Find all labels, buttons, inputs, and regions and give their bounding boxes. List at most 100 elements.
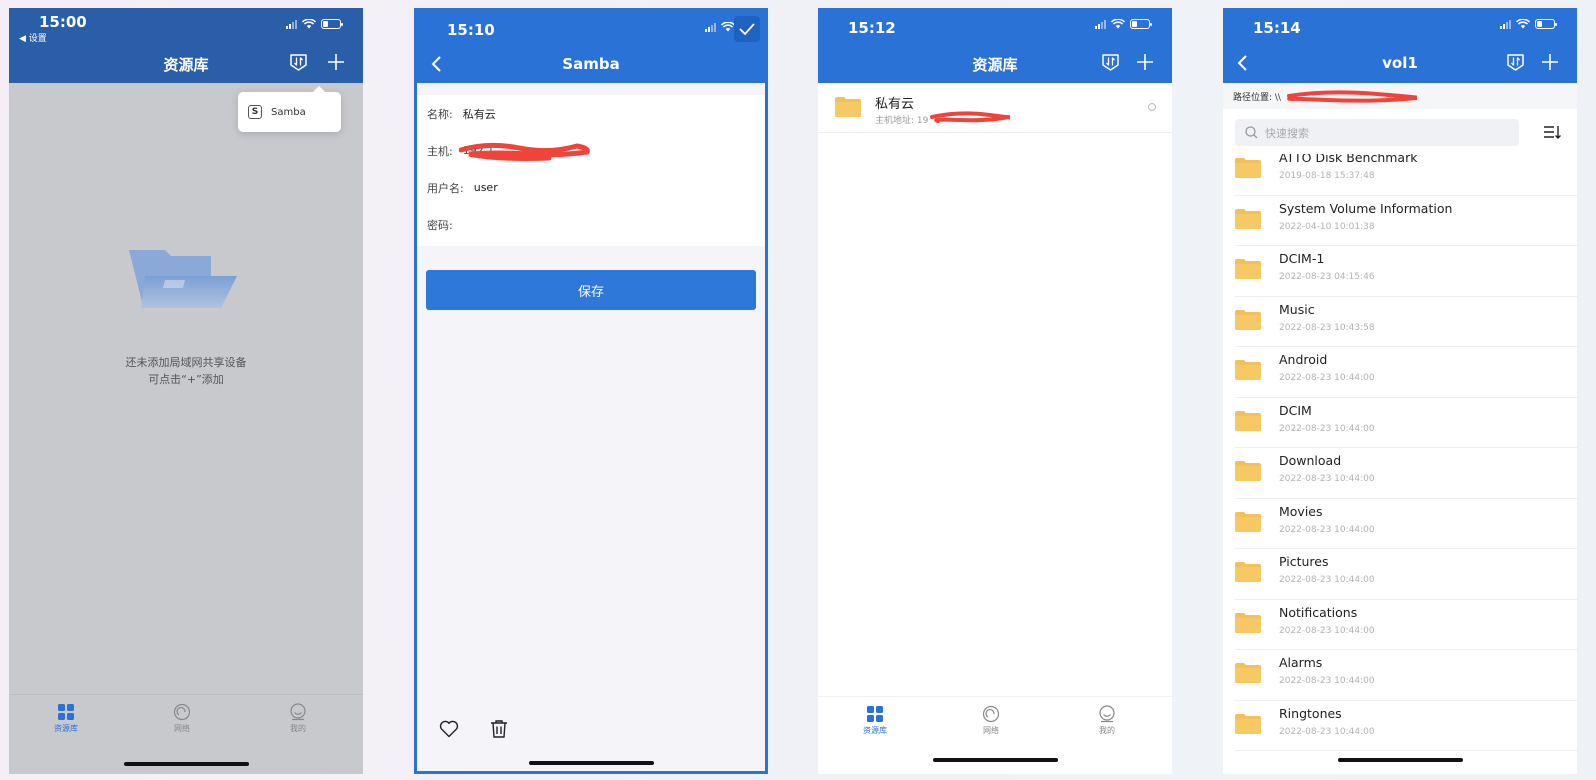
name-field[interactable]: 名称: 私有云 [417, 95, 765, 132]
add-button[interactable] [1540, 52, 1560, 72]
folder-icon [1235, 259, 1261, 279]
file-row[interactable]: Download 2022-08-23 10:44:00 [1235, 448, 1577, 499]
status-time: 15:10 [447, 21, 495, 39]
file-date: 2022-08-23 10:44:00 [1279, 423, 1375, 434]
tab-me[interactable]: 我的 [268, 703, 328, 734]
file-date: 2022-08-23 10:44:00 [1279, 676, 1375, 686]
wifi-icon [1516, 19, 1530, 29]
tab-label: 网络 [983, 726, 999, 735]
save-button[interactable]: 保存 [426, 270, 756, 310]
select-radio[interactable] [1148, 103, 1156, 111]
tab-network[interactable]: 网络 [152, 703, 212, 734]
file-name: Alarms [1279, 655, 1323, 670]
add-device-menu: S Samba [238, 86, 341, 132]
file-name: Download [1279, 453, 1342, 468]
transfer-icon [1101, 53, 1119, 71]
folder-icon [1235, 360, 1261, 380]
file-date: 2022-08-23 10:44:00 [1279, 373, 1375, 383]
folder-icon [1235, 612, 1261, 633]
page-title: Samba [562, 55, 620, 73]
search-icon [1245, 126, 1258, 139]
file-row[interactable]: Movies 2022-08-23 10:44:00 [1235, 499, 1577, 549]
field-value: 私有云 [462, 107, 496, 121]
page-title: 资源库 [163, 56, 209, 74]
samba-form: 名称: 私有云 主机: 192.1 用户名: user 密码: [417, 95, 765, 246]
tab-library[interactable]: 资源库 [36, 703, 96, 734]
favorite-heart-icon[interactable] [439, 720, 459, 738]
folder-icon [1235, 562, 1261, 582]
file-row[interactable]: Ringtones 2022-08-23 10:44:00 [1235, 701, 1577, 751]
file-name: Android [1279, 352, 1328, 367]
server-host: 主机地址: 19 [875, 116, 929, 126]
back-to-settings-link[interactable]: ◀ 设置 [19, 31, 47, 44]
empty-folder-illustration [127, 248, 239, 314]
file-row[interactable]: Music 2022-08-23 10:43:58 [1235, 297, 1577, 347]
file-date: 2022-08-23 10:44:00 [1279, 524, 1375, 535]
tab-me[interactable]: 我的 [1077, 705, 1137, 736]
add-button[interactable] [1135, 52, 1155, 72]
host-field[interactable]: 主机: 192.1 [417, 132, 765, 169]
file-date: 2022-08-23 04:15:46 [1279, 272, 1375, 282]
tab-library[interactable]: 资源库 [845, 705, 905, 736]
transfer-button[interactable] [1100, 52, 1120, 72]
tab-network[interactable]: 网络 [961, 705, 1021, 736]
checkmark-icon [739, 23, 755, 35]
search-input[interactable]: 快速搜索 [1235, 119, 1519, 146]
status-time: 15:00 [39, 13, 87, 31]
file-row[interactable]: DCIM 2022-08-23 10:44:00 [1235, 398, 1577, 448]
plus-icon [328, 54, 344, 70]
folder-icon [1235, 309, 1261, 330]
confirm-button[interactable] [734, 16, 760, 42]
file-name: Ringtones [1279, 705, 1342, 721]
grid-icon [867, 706, 883, 722]
network-icon [173, 703, 191, 721]
samba-icon: S [248, 105, 262, 119]
tab-bar: 资源库 网络 我的 [818, 696, 1172, 774]
phone-screen-library-empty: 15:00 ◀ 设置 资源库 S Samba 还未添加局域网共享设备 可点击“+… [9, 8, 363, 774]
status-icons [1500, 19, 1557, 29]
file-row[interactable]: ATTO Disk Benchmark 2019-08-18 15:37:48 [1235, 154, 1577, 196]
menu-item-samba[interactable]: Samba [271, 107, 306, 118]
file-row[interactable]: Android 2022-08-23 10:44:00 [1235, 347, 1577, 398]
status-icons [705, 22, 735, 32]
field-label: 名称: [427, 107, 453, 121]
file-date: 2019-08-18 15:37:48 [1279, 171, 1375, 181]
app-bar: 15:00 ◀ 设置 资源库 [9, 8, 363, 83]
signal-icon [1095, 19, 1106, 29]
folder-icon [1235, 663, 1261, 683]
folder-icon [835, 97, 861, 117]
password-field[interactable]: 密码: [417, 206, 765, 243]
file-name: Movies [1279, 503, 1323, 519]
username-field[interactable]: 用户名: user [417, 169, 765, 206]
file-row[interactable]: Pictures 2022-08-23 10:44:00 [1235, 549, 1577, 600]
transfer-button[interactable] [288, 52, 308, 72]
file-row[interactable]: System Volume Information 2022-04-10 10:0… [1235, 196, 1577, 246]
app-bar: 15:12 资源库 [818, 8, 1172, 83]
file-date: 2022-08-23 10:44:00 [1279, 726, 1375, 737]
search-bar: 快速搜索 [1223, 109, 1577, 154]
file-row[interactable]: Alarms 2022-08-23 10:44:00 [1235, 650, 1577, 701]
file-row[interactable]: Notifications 2022-08-23 10:44:00 [1235, 600, 1577, 650]
tab-label: 我的 [290, 724, 306, 733]
file-name: Music [1279, 301, 1315, 317]
file-date: 2022-08-23 10:44:00 [1279, 625, 1375, 636]
server-list-item[interactable]: 私有云 主机地址: 19 [818, 83, 1172, 133]
file-date: 2022-08-23 10:44:00 [1279, 575, 1375, 585]
plus-icon [1137, 54, 1153, 70]
battery-icon [1130, 19, 1152, 29]
transfer-button[interactable] [1505, 52, 1525, 72]
status-icons [1095, 19, 1152, 29]
home-indicator [529, 761, 654, 765]
tab-label: 资源库 [54, 724, 78, 733]
file-name: DCIM [1279, 402, 1312, 418]
delete-trash-icon[interactable] [490, 719, 508, 739]
empty-state-message: 还未添加局域网共享设备 可点击“+”添加 [9, 354, 363, 388]
wifi-icon [1111, 19, 1125, 29]
file-row[interactable]: DCIM-1 2022-08-23 04:15:46 [1235, 246, 1577, 297]
folder-icon [1235, 461, 1261, 481]
file-list: ATTO Disk Benchmark 2019-08-18 15:37:48 S… [1223, 154, 1577, 774]
sort-icon[interactable] [1543, 125, 1561, 140]
add-button[interactable] [326, 52, 346, 72]
file-date: 2022-04-10 10:01:38 [1279, 221, 1375, 232]
transfer-icon [1506, 53, 1524, 71]
